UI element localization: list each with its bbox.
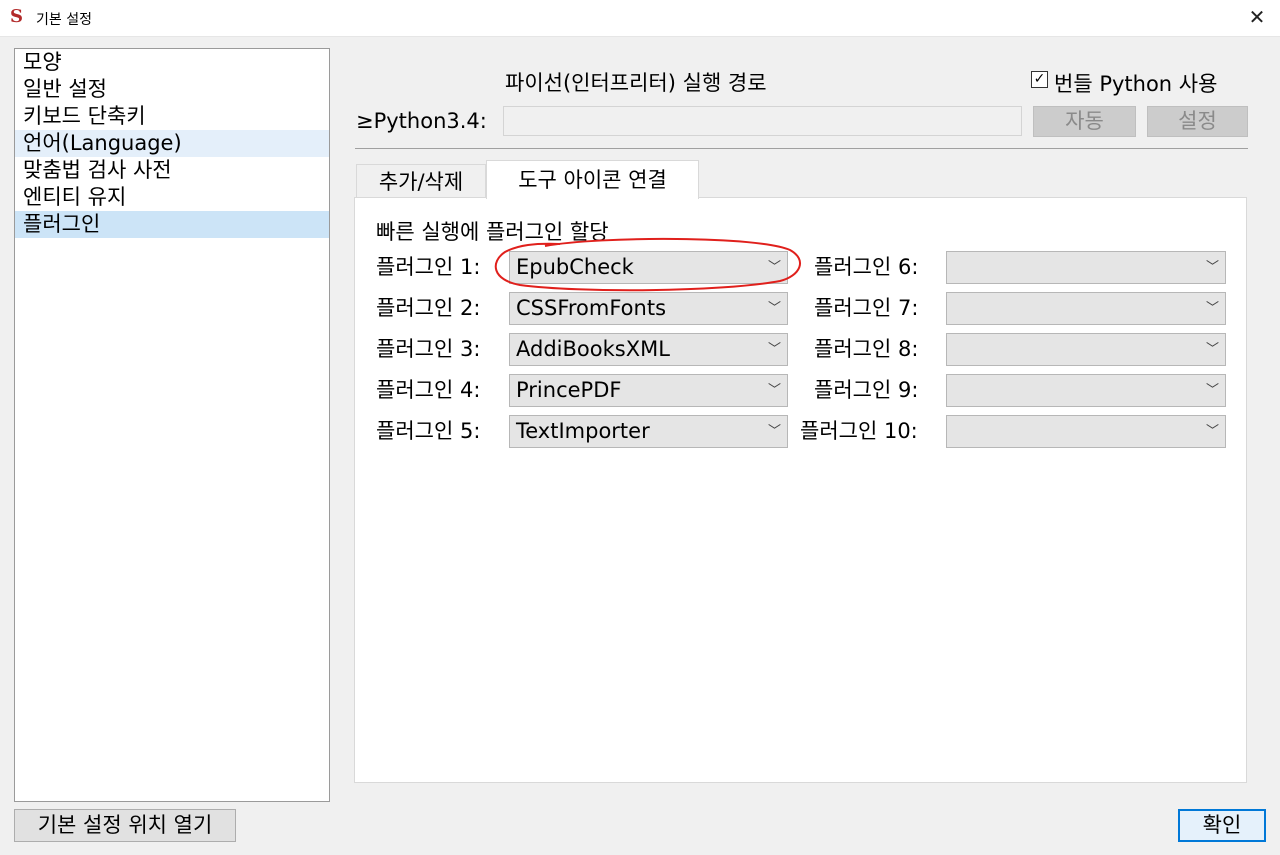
plugin-6-select[interactable]: ﹀ <box>946 251 1226 284</box>
plugin-5-value: TextImporter <box>516 419 650 443</box>
ok-button[interactable]: 확인 <box>1178 809 1266 842</box>
sidebar-item-spellcheck-dictionaries[interactable]: 맞춤법 검사 사전 <box>15 157 329 184</box>
bundled-python-label: 번들 Python 사용 <box>1054 72 1218 96</box>
chevron-down-icon: ﹀ <box>1205 301 1219 316</box>
plugin-1-value: EpubCheck <box>516 255 634 279</box>
plugin-2-select[interactable]: CSSFromFonts ﹀ <box>509 292 788 325</box>
chevron-down-icon: ﹀ <box>1205 424 1219 439</box>
plugin-9-label: 플러그인 9: <box>814 378 919 402</box>
tab-panel <box>354 197 1247 783</box>
python-path-input[interactable] <box>503 106 1022 136</box>
plugin-10-select[interactable]: ﹀ <box>946 415 1226 448</box>
app-logo-icon: S <box>10 6 23 27</box>
plugin-10-label: 플러그인 10: <box>800 419 918 443</box>
plugin-8-select[interactable]: ﹀ <box>946 333 1226 366</box>
tab-tool-icon-link[interactable]: 도구 아이콘 연결 <box>486 160 699 199</box>
window-title: 기본 설정 <box>36 12 92 28</box>
plugin-6-label: 플러그인 6: <box>814 255 919 279</box>
section-divider <box>355 148 1248 149</box>
set-path-button[interactable]: 설정 <box>1147 106 1248 137</box>
python-version-label: ≥Python3.4: <box>356 109 487 133</box>
sidebar-item-language[interactable]: 언어(Language) <box>15 130 329 157</box>
chevron-down-icon: ﹀ <box>767 301 781 316</box>
plugin-3-value: AddiBooksXML <box>516 337 670 361</box>
plugin-7-select[interactable]: ﹀ <box>946 292 1226 325</box>
plugin-5-label: 플러그인 5: <box>376 419 481 443</box>
sidebar-item-appearance[interactable]: 모양 <box>15 49 329 76</box>
tab-add-remove[interactable]: 추가/삭제 <box>356 164 486 198</box>
chevron-down-icon: ﹀ <box>1205 260 1219 275</box>
bundled-python-checkbox[interactable]: ✓ <box>1031 71 1048 88</box>
python-path-heading: 파이선(인터프리터) 실행 경로 <box>505 71 767 95</box>
plugin-2-value: CSSFromFonts <box>516 296 667 320</box>
plugin-3-select[interactable]: AddiBooksXML ﹀ <box>509 333 788 366</box>
plugin-4-select[interactable]: PrincePDF ﹀ <box>509 374 788 407</box>
quicklaunch-heading: 빠른 실행에 플러그인 할당 <box>376 220 609 244</box>
plugin-5-select[interactable]: TextImporter ﹀ <box>509 415 788 448</box>
sidebar-item-keyboard-shortcuts[interactable]: 키보드 단축키 <box>15 103 329 130</box>
open-settings-location-button[interactable]: 기본 설정 위치 열기 <box>14 809 236 842</box>
sidebar-item-preserve-entities[interactable]: 엔티티 유지 <box>15 184 329 211</box>
settings-category-list: 모양 일반 설정 키보드 단축키 언어(Language) 맞춤법 검사 사전 … <box>14 48 330 802</box>
chevron-down-icon: ﹀ <box>767 424 781 439</box>
plugin-3-label: 플러그인 3: <box>376 337 481 361</box>
title-bar: S 기본 설정 ✕ <box>0 0 1280 37</box>
sidebar-item-plugins[interactable]: 플러그인 <box>15 211 329 238</box>
chevron-down-icon: ﹀ <box>767 342 781 357</box>
chevron-down-icon: ﹀ <box>767 383 781 398</box>
chevron-down-icon: ﹀ <box>767 260 781 275</box>
plugin-1-select[interactable]: EpubCheck ﹀ <box>509 251 788 284</box>
plugin-7-label: 플러그인 7: <box>814 296 919 320</box>
plugin-4-value: PrincePDF <box>516 378 622 402</box>
plugin-9-select[interactable]: ﹀ <box>946 374 1226 407</box>
close-icon[interactable]: ✕ <box>1234 0 1280 36</box>
chevron-down-icon: ﹀ <box>1205 342 1219 357</box>
plugin-4-label: 플러그인 4: <box>376 378 481 402</box>
sidebar-item-general[interactable]: 일반 설정 <box>15 76 329 103</box>
chevron-down-icon: ﹀ <box>1205 383 1219 398</box>
plugin-8-label: 플러그인 8: <box>814 337 919 361</box>
plugin-1-label: 플러그인 1: <box>376 255 481 279</box>
auto-detect-button[interactable]: 자동 <box>1033 106 1136 137</box>
plugin-2-label: 플러그인 2: <box>376 296 481 320</box>
